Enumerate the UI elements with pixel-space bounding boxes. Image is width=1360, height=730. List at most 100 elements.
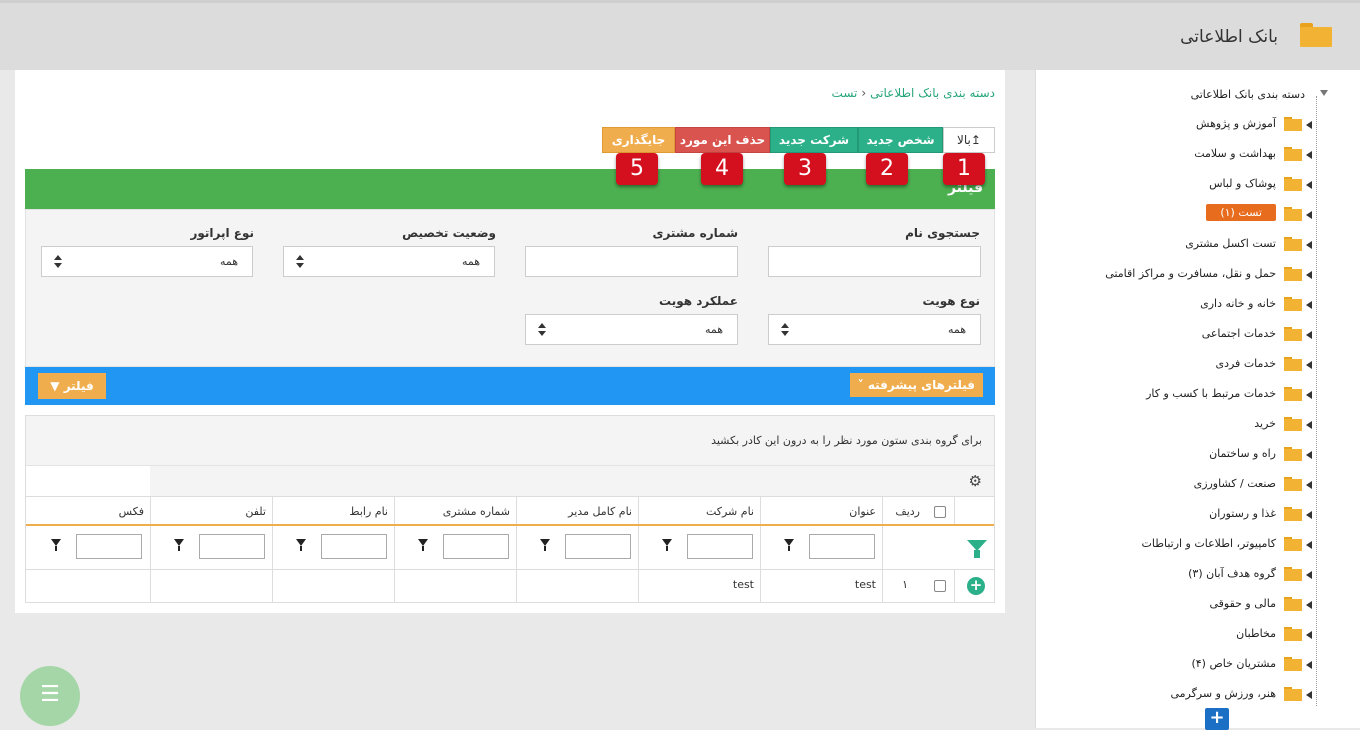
filter-funnel-icon[interactable] [967,540,987,558]
collapse-caret-icon[interactable] [1320,90,1328,96]
title-filter-input[interactable] [809,534,875,559]
identity-function-select[interactable]: همه [525,314,738,345]
expand-arrow-icon[interactable] [1306,121,1312,129]
expand-arrow-icon[interactable] [1306,691,1312,699]
row-checkbox[interactable] [934,580,946,592]
group-drop-area[interactable]: برای گروه بندی ستون مورد نظر را به درون … [26,416,994,466]
customer-number-input[interactable] [525,246,738,277]
select-all-checkbox[interactable] [934,506,946,518]
phone-filter-input[interactable] [199,534,265,559]
funnel-icon[interactable] [51,539,61,551]
name-search-input[interactable] [768,246,981,277]
tree-item[interactable]: پوشاک و لباس [1042,174,1312,196]
expand-arrow-icon[interactable] [1306,661,1312,669]
assignment-status-label: وضعیت تخصیص [402,226,496,240]
identity-type-select[interactable]: همه [768,314,981,345]
funnel-icon[interactable] [296,539,306,551]
plus-icon[interactable]: + [1205,708,1229,730]
expand-arrow-icon[interactable] [1306,631,1312,639]
funnel-icon[interactable] [174,539,184,551]
tree-item[interactable]: آموزش و پژوهش [1042,114,1312,136]
expand-arrow-icon[interactable] [1306,421,1312,429]
expand-arrow-icon[interactable] [1306,241,1312,249]
gear-icon[interactable]: ⚙ [969,472,982,490]
column-header-contact[interactable]: نام رابط [272,497,394,524]
new-person-button[interactable]: شخص جدید [858,127,943,153]
expand-arrow-icon[interactable] [1306,361,1312,369]
column-header-fax[interactable]: فکس [26,497,150,524]
expand-arrow-icon[interactable] [1306,571,1312,579]
expand-arrow-icon[interactable] [1306,151,1312,159]
expand-arrow-icon[interactable] [1306,481,1312,489]
table-row[interactable]: + ۱ test test [26,570,994,602]
funnel-icon[interactable] [418,539,428,551]
column-header-company[interactable]: نام شرکت [638,497,760,524]
funnel-icon[interactable] [784,539,794,551]
grid-filter-row [26,526,994,570]
folder-icon [1284,387,1302,401]
tree-item[interactable]: خدمات مرتبط با کسب و کار [1042,384,1312,406]
tree-item[interactable]: مشتریان خاص (۴) [1042,654,1312,676]
tree-item[interactable]: خدمات فردی [1042,354,1312,376]
column-header-customer-no[interactable]: شماره مشتری [394,497,516,524]
menu-icon[interactable]: ☰ [20,666,80,726]
company-filter-input[interactable] [687,534,753,559]
up-button[interactable]: ↥بالا [943,127,995,153]
expand-arrow-icon[interactable] [1306,391,1312,399]
column-header-manager[interactable]: نام کامل مدیر [516,497,638,524]
tree-item[interactable]: تست اکسل مشتری [1042,234,1312,256]
delete-item-button[interactable]: حذف این مورد [675,127,770,153]
manager-filter-input[interactable] [565,534,631,559]
tree-item[interactable]: خدمات اجتماعی [1042,324,1312,346]
tree-item[interactable]: راه و ساختمان [1042,444,1312,466]
cell-row-no: ۱ [882,570,926,602]
funnel-icon[interactable] [540,539,550,551]
placement-button[interactable]: جایگذاری [602,127,675,153]
tree-item[interactable]: کامپیوتر، اطلاعات و ارتباطات [1042,534,1312,556]
tree-item[interactable]: تست (۱) [1042,204,1312,226]
expand-arrow-icon[interactable] [1306,271,1312,279]
grid-toolbar: ⚙ [26,466,994,496]
filter-action-bar: فیلترهای پیشرفته ˅ فیلتر ▼ [25,367,995,405]
folder-icon [1284,267,1302,281]
breadcrumb-current[interactable]: تست [832,86,858,100]
expand-arrow-icon[interactable] [1306,541,1312,549]
cell-contact [272,570,394,602]
fax-filter-input[interactable] [76,534,142,559]
breadcrumb-root[interactable]: دسته بندی بانک اطلاعاتی [870,86,995,100]
new-company-button[interactable]: شرکت جدید [770,127,858,153]
expand-arrow-icon[interactable] [1306,601,1312,609]
tree-item[interactable]: گروه هدف آبان (۳) [1042,564,1312,586]
column-header-phone[interactable]: تلفن [150,497,272,524]
expand-arrow-icon[interactable] [1306,451,1312,459]
tree-root-label[interactable]: دسته بندی بانک اطلاعاتی [1191,88,1305,101]
sort-arrows-icon [296,255,304,269]
tree-item-label: گروه هدف آبان (۳) [1188,567,1276,580]
assignment-status-select[interactable]: همه [283,246,495,277]
contact-filter-input[interactable] [321,534,387,559]
column-header-row-no[interactable]: ردیف [882,497,926,524]
tree-item[interactable]: حمل و نقل، مسافرت و مراکز اقامتی [1042,264,1312,286]
expand-arrow-icon[interactable] [1306,511,1312,519]
advanced-filters-button[interactable]: فیلترهای پیشرفته ˅ [849,373,983,397]
tree-item[interactable]: مخاطبان [1042,624,1312,646]
expand-row-icon[interactable]: + [967,577,985,595]
tree-item[interactable]: خرید [1042,414,1312,436]
expand-arrow-icon[interactable] [1306,211,1312,219]
funnel-icon[interactable] [662,539,672,551]
apply-filter-button[interactable]: فیلتر ▼ [38,373,106,399]
expand-arrow-icon[interactable] [1306,331,1312,339]
tree-item[interactable]: مالی و حقوقی [1042,594,1312,616]
tree-item[interactable]: هنر، ورزش و سرگرمی [1042,684,1312,706]
column-header-title[interactable]: عنوان [760,497,882,524]
cell-customer-no [394,570,516,602]
tree-item[interactable]: صنعت / کشاورزی [1042,474,1312,496]
expand-arrow-icon[interactable] [1306,301,1312,309]
expand-arrow-icon[interactable] [1306,181,1312,189]
tree-item[interactable]: بهداشت و سلامت [1042,144,1312,166]
operator-type-select[interactable]: همه [41,246,253,277]
tree-item[interactable]: خانه و خانه داری [1042,294,1312,316]
tree-item-label: حمل و نقل، مسافرت و مراکز اقامتی [1105,267,1276,280]
customer-no-filter-input[interactable] [443,534,509,559]
tree-item[interactable]: غذا و رستوران [1042,504,1312,526]
